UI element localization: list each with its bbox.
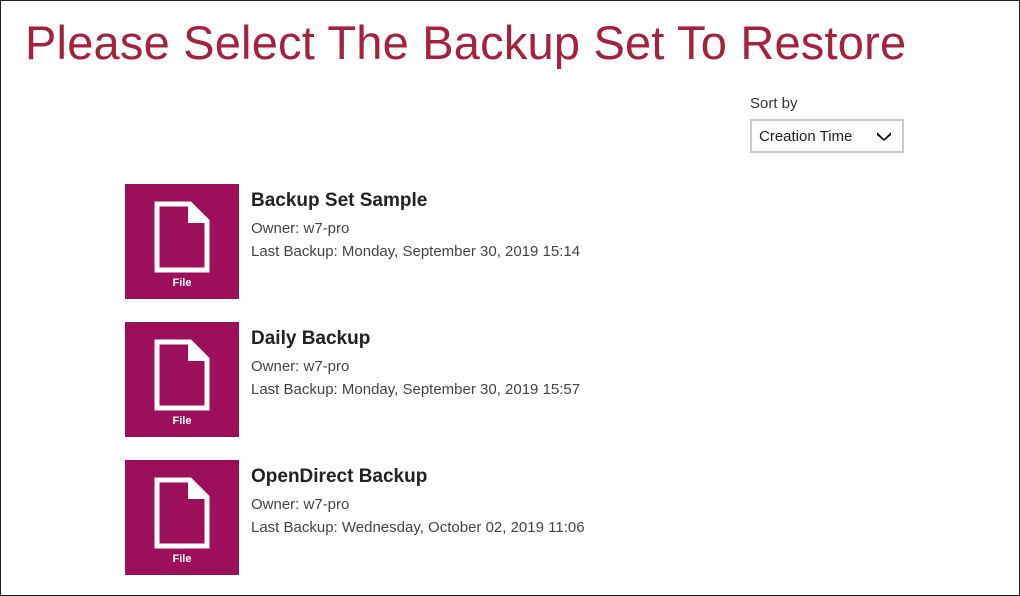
backup-set-owner: Owner: w7-pro [251, 358, 350, 375]
backup-set-item[interactable]: File Daily Backup Owner: w7-pro Last Bac… [125, 322, 725, 438]
file-icon [154, 201, 210, 273]
file-icon [154, 339, 210, 411]
backup-set-owner: Owner: w7-pro [251, 220, 350, 237]
backup-set-type-label: File [172, 415, 192, 427]
sort-by-selected-value: Creation Time [759, 127, 853, 145]
backup-set-owner: Owner: w7-pro [251, 496, 350, 513]
file-icon [154, 477, 210, 549]
backup-set-name: OpenDirect Backup [251, 466, 428, 487]
backup-set-tile[interactable]: File [125, 184, 239, 299]
backup-set-tile[interactable]: File [125, 460, 239, 575]
sort-by-dropdown[interactable]: Creation Time [750, 119, 904, 153]
backup-set-last-backup: Last Backup: Monday, September 30, 2019 … [251, 381, 581, 398]
backup-set-last-backup: Last Backup: Wednesday, October 02, 2019… [251, 519, 585, 536]
page-title: Please Select The Backup Set To Restore [25, 16, 907, 69]
backup-set-type-label: File [172, 553, 192, 565]
backup-set-last-backup: Last Backup: Monday, September 30, 2019 … [251, 243, 581, 260]
restore-window: Please Select The Backup Set To Restore … [0, 0, 1020, 596]
backup-set-tile[interactable]: File [125, 322, 239, 437]
sort-by-label: Sort by [750, 95, 798, 112]
backup-set-item[interactable]: File Backup Set Sample Owner: w7-pro Las… [125, 184, 725, 300]
backup-set-type-label: File [172, 277, 192, 289]
backup-set-name: Daily Backup [251, 328, 371, 349]
backup-set-name: Backup Set Sample [251, 190, 428, 211]
backup-set-item[interactable]: File OpenDirect Backup Owner: w7-pro Las… [125, 460, 725, 576]
chevron-down-icon [877, 132, 891, 141]
